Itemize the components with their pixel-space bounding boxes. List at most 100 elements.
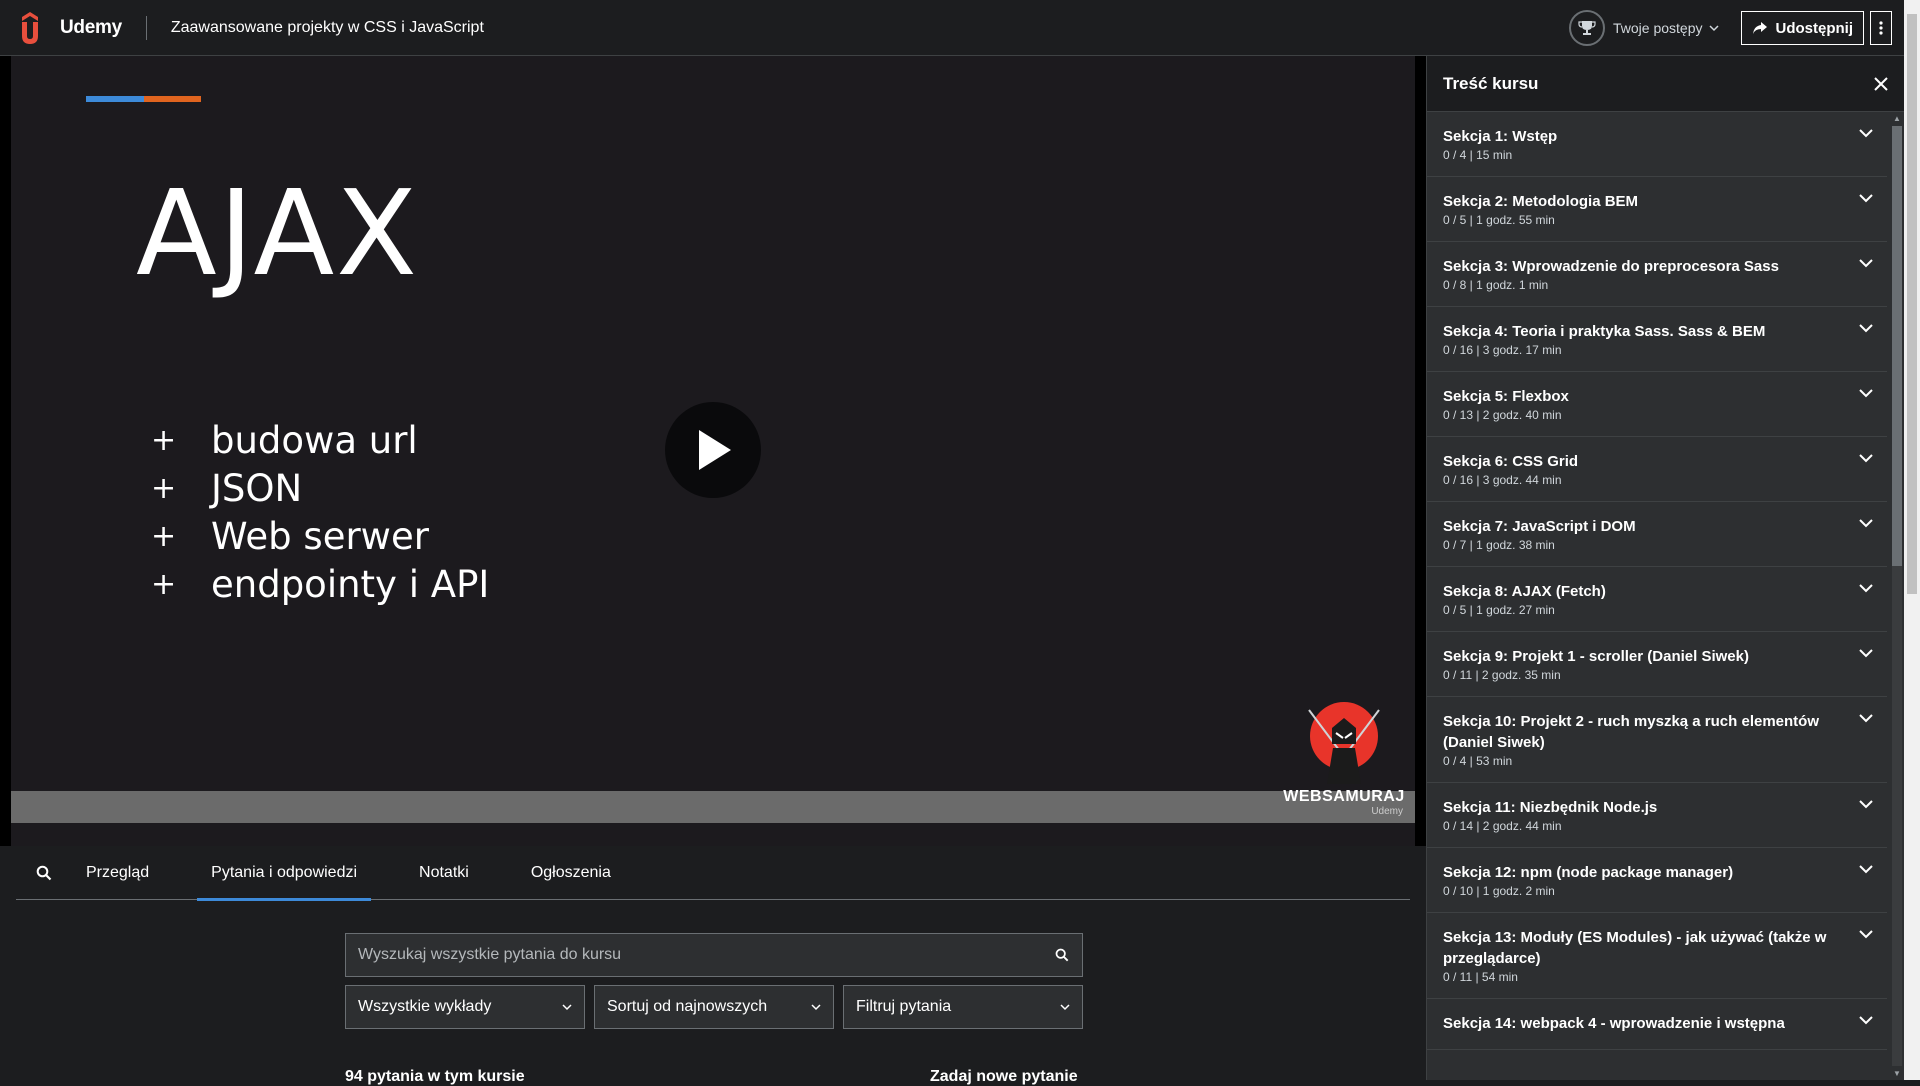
trophy-glyph	[1578, 21, 1596, 35]
samurai-logo-icon	[1308, 702, 1380, 784]
sidebar-section[interactable]: Sekcja 6: CSS Grid 0 / 16 | 3 godz. 44 mi…	[1427, 437, 1887, 502]
sidebar-section[interactable]: Sekcja 5: Flexbox 0 / 13 | 2 godz. 40 min	[1427, 372, 1887, 437]
ask-question-link[interactable]: Zadaj nowe pytanie	[930, 1068, 1078, 1086]
trophy-icon[interactable]	[1569, 10, 1605, 46]
section-meta: 0 / 11 | 54 min	[1443, 970, 1518, 984]
slide-bullet: + endpointy i API	[151, 560, 489, 608]
chevron-down-icon[interactable]	[1859, 713, 1873, 723]
sidebar-section[interactable]: Sekcja 3: Wprowadzenie do preprocesora S…	[1427, 242, 1887, 307]
header-divider	[145, 15, 147, 40]
brand-name: Udemy	[60, 16, 122, 38]
qa-search-button[interactable]	[1042, 948, 1082, 962]
section-meta: 0 / 13 | 2 godz. 40 min	[1443, 408, 1562, 422]
chevron-down-icon[interactable]	[1859, 258, 1873, 268]
page-scrollbar[interactable]	[1904, 0, 1920, 1080]
search-icon	[36, 865, 52, 880]
sidebar-section[interactable]: Sekcja 12: npm (node package manager) 0 /…	[1427, 848, 1887, 913]
chevron-down-icon[interactable]	[1859, 323, 1873, 333]
chevron-down-icon[interactable]	[1859, 388, 1873, 398]
scroll-down-arrow-icon[interactable]: ▼	[1893, 1069, 1901, 1078]
chevron-down-icon[interactable]	[1859, 193, 1873, 203]
progress-dropdown[interactable]: Twoje postępy	[1613, 20, 1719, 36]
section-meta: 0 / 4 | 53 min	[1443, 754, 1513, 768]
chevron-down-icon[interactable]	[1859, 648, 1873, 658]
tab-notes[interactable]: Notatki	[405, 846, 483, 900]
search-icon	[1055, 948, 1069, 962]
section-meta: 0 / 8 | 1 godz. 1 min	[1443, 278, 1549, 292]
section-title: Sekcja 5: Flexbox	[1443, 388, 1569, 405]
plus-icon: +	[151, 518, 177, 554]
video-player[interactable]: AJAX + budowa url + JSON + Web serwer + endp…	[0, 56, 1426, 846]
chevron-down-icon[interactable]	[1859, 518, 1873, 528]
watermark-text: WEBSAMURAJ	[1283, 788, 1405, 805]
section-title: Sekcja 1: Wstęp	[1443, 128, 1558, 145]
course-content-sidebar: Treść kursu Sekcja 1: Wstęp 0 / 4 | 15 mi…	[1426, 56, 1905, 1080]
sidebar-section[interactable]: Sekcja 14: webpack 4 - wprowadzenie i ws…	[1427, 999, 1887, 1050]
section-meta: 0 / 14 | 2 godz. 44 min	[1443, 819, 1562, 833]
sidebar-section[interactable]: Sekcja 7: JavaScript i DOM 0 / 7 | 1 godz…	[1427, 502, 1887, 567]
video-frame[interactable]: AJAX + budowa url + JSON + Web serwer + endp…	[11, 56, 1415, 846]
sidebar-section[interactable]: Sekcja 1: Wstęp 0 / 4 | 15 min	[1427, 112, 1887, 177]
chevron-down-icon	[562, 1004, 572, 1011]
qa-search-input[interactable]	[346, 946, 1042, 964]
section-title: Sekcja 4: Teoria i praktyka Sass. Sass &…	[1443, 323, 1766, 340]
sidebar-section[interactable]: Sekcja 11: Niezbędnik Node.js 0 / 14 | 2 …	[1427, 783, 1887, 848]
qa-filters: Wszystkie wykłady Sortuj od najnowszych …	[345, 985, 1092, 1029]
course-tabs: Przegląd Pytania i odpowiedzi Notatki Og…	[16, 846, 1410, 901]
chevron-down-icon[interactable]	[1859, 1015, 1873, 1025]
bullet-text: endpointy i API	[211, 562, 490, 606]
sidebar-section[interactable]: Sekcja 10: Projekt 2 - ruch myszką a ruc…	[1427, 697, 1887, 783]
tab-overview[interactable]: Przegląd	[72, 846, 163, 900]
bullet-text: budowa url	[211, 418, 418, 462]
lecture-filter-value: Wszystkie wykłady	[358, 998, 492, 1015]
video-progress-bar[interactable]	[11, 791, 1415, 823]
plus-icon: +	[151, 470, 177, 506]
sidebar-section[interactable]: Sekcja 8: AJAX (Fetch) 0 / 5 | 1 godz. 27…	[1427, 567, 1887, 632]
chevron-down-icon[interactable]	[1859, 864, 1873, 874]
section-meta: 0 / 4 | 15 min	[1443, 148, 1513, 162]
share-button[interactable]: Udostępnij	[1740, 11, 1864, 45]
course-title[interactable]: Zaawansowane projekty w CSS i JavaScript	[171, 19, 484, 37]
sidebar-scrollbar[interactable]: ▲ ▼	[1889, 112, 1905, 1080]
sidebar-section[interactable]: Sekcja 13: Moduły (ES Modules) - jak uży…	[1427, 913, 1887, 999]
section-title: Sekcja 12: npm (node package manager)	[1443, 864, 1734, 881]
section-title: Sekcja 7: JavaScript i DOM	[1443, 518, 1636, 535]
chevron-down-icon	[811, 1004, 821, 1011]
close-icon[interactable]	[1874, 76, 1888, 91]
section-meta: 0 / 10 | 1 godz. 2 min	[1443, 884, 1555, 898]
chevron-down-icon[interactable]	[1859, 929, 1873, 939]
qa-search-box	[345, 933, 1083, 977]
sidebar-section[interactable]: Sekcja 4: Teoria i praktyka Sass. Sass &…	[1427, 307, 1887, 372]
chevron-down-icon[interactable]	[1859, 128, 1873, 138]
share-label: Udostępnij	[1775, 19, 1854, 37]
section-list: Sekcja 1: Wstęp 0 / 4 | 15 min Sekcja 2: M…	[1427, 112, 1887, 1050]
slide-title: AJAX	[136, 164, 420, 302]
sidebar-header: Treść kursu	[1427, 56, 1904, 112]
plus-icon: +	[151, 422, 177, 458]
chevron-down-icon[interactable]	[1859, 453, 1873, 463]
play-icon	[699, 430, 731, 470]
progress-label: Twoje postępy	[1613, 20, 1703, 36]
plus-icon: +	[151, 566, 177, 602]
tab-announcements[interactable]: Ogłoszenia	[517, 846, 625, 900]
tab-questions-answers[interactable]: Pytania i odpowiedzi	[197, 846, 371, 901]
sidebar-section[interactable]: Sekcja 9: Projekt 1 - scroller (Daniel S…	[1427, 632, 1887, 697]
lecture-filter-select[interactable]: Wszystkie wykłady	[345, 985, 585, 1029]
udemy-logo-icon	[22, 11, 38, 44]
play-button[interactable]	[665, 402, 761, 498]
scroll-up-arrow-icon[interactable]: ▲	[1893, 114, 1901, 123]
more-options-button[interactable]	[1870, 11, 1892, 45]
chevron-down-icon	[1708, 25, 1719, 32]
section-title: Sekcja 6: CSS Grid	[1443, 453, 1579, 470]
tab-search[interactable]	[16, 865, 72, 881]
scrollbar-thumb[interactable]	[1892, 126, 1902, 566]
question-filter-select[interactable]: Filtruj pytania	[843, 985, 1083, 1029]
sidebar-title: Treść kursu	[1443, 73, 1539, 93]
sidebar-section[interactable]: Sekcja 2: Metodologia BEM 0 / 5 | 1 godz.…	[1427, 177, 1887, 242]
chevron-down-icon[interactable]	[1859, 799, 1873, 809]
udemy-logo[interactable]: Udemy	[16, 0, 122, 56]
page-scrollbar-thumb[interactable]	[1907, 14, 1917, 594]
sort-select[interactable]: Sortuj od najnowszych	[594, 985, 834, 1029]
chevron-down-icon[interactable]	[1859, 583, 1873, 593]
section-title: Sekcja 3: Wprowadzenie do preprocesora S…	[1443, 258, 1779, 275]
